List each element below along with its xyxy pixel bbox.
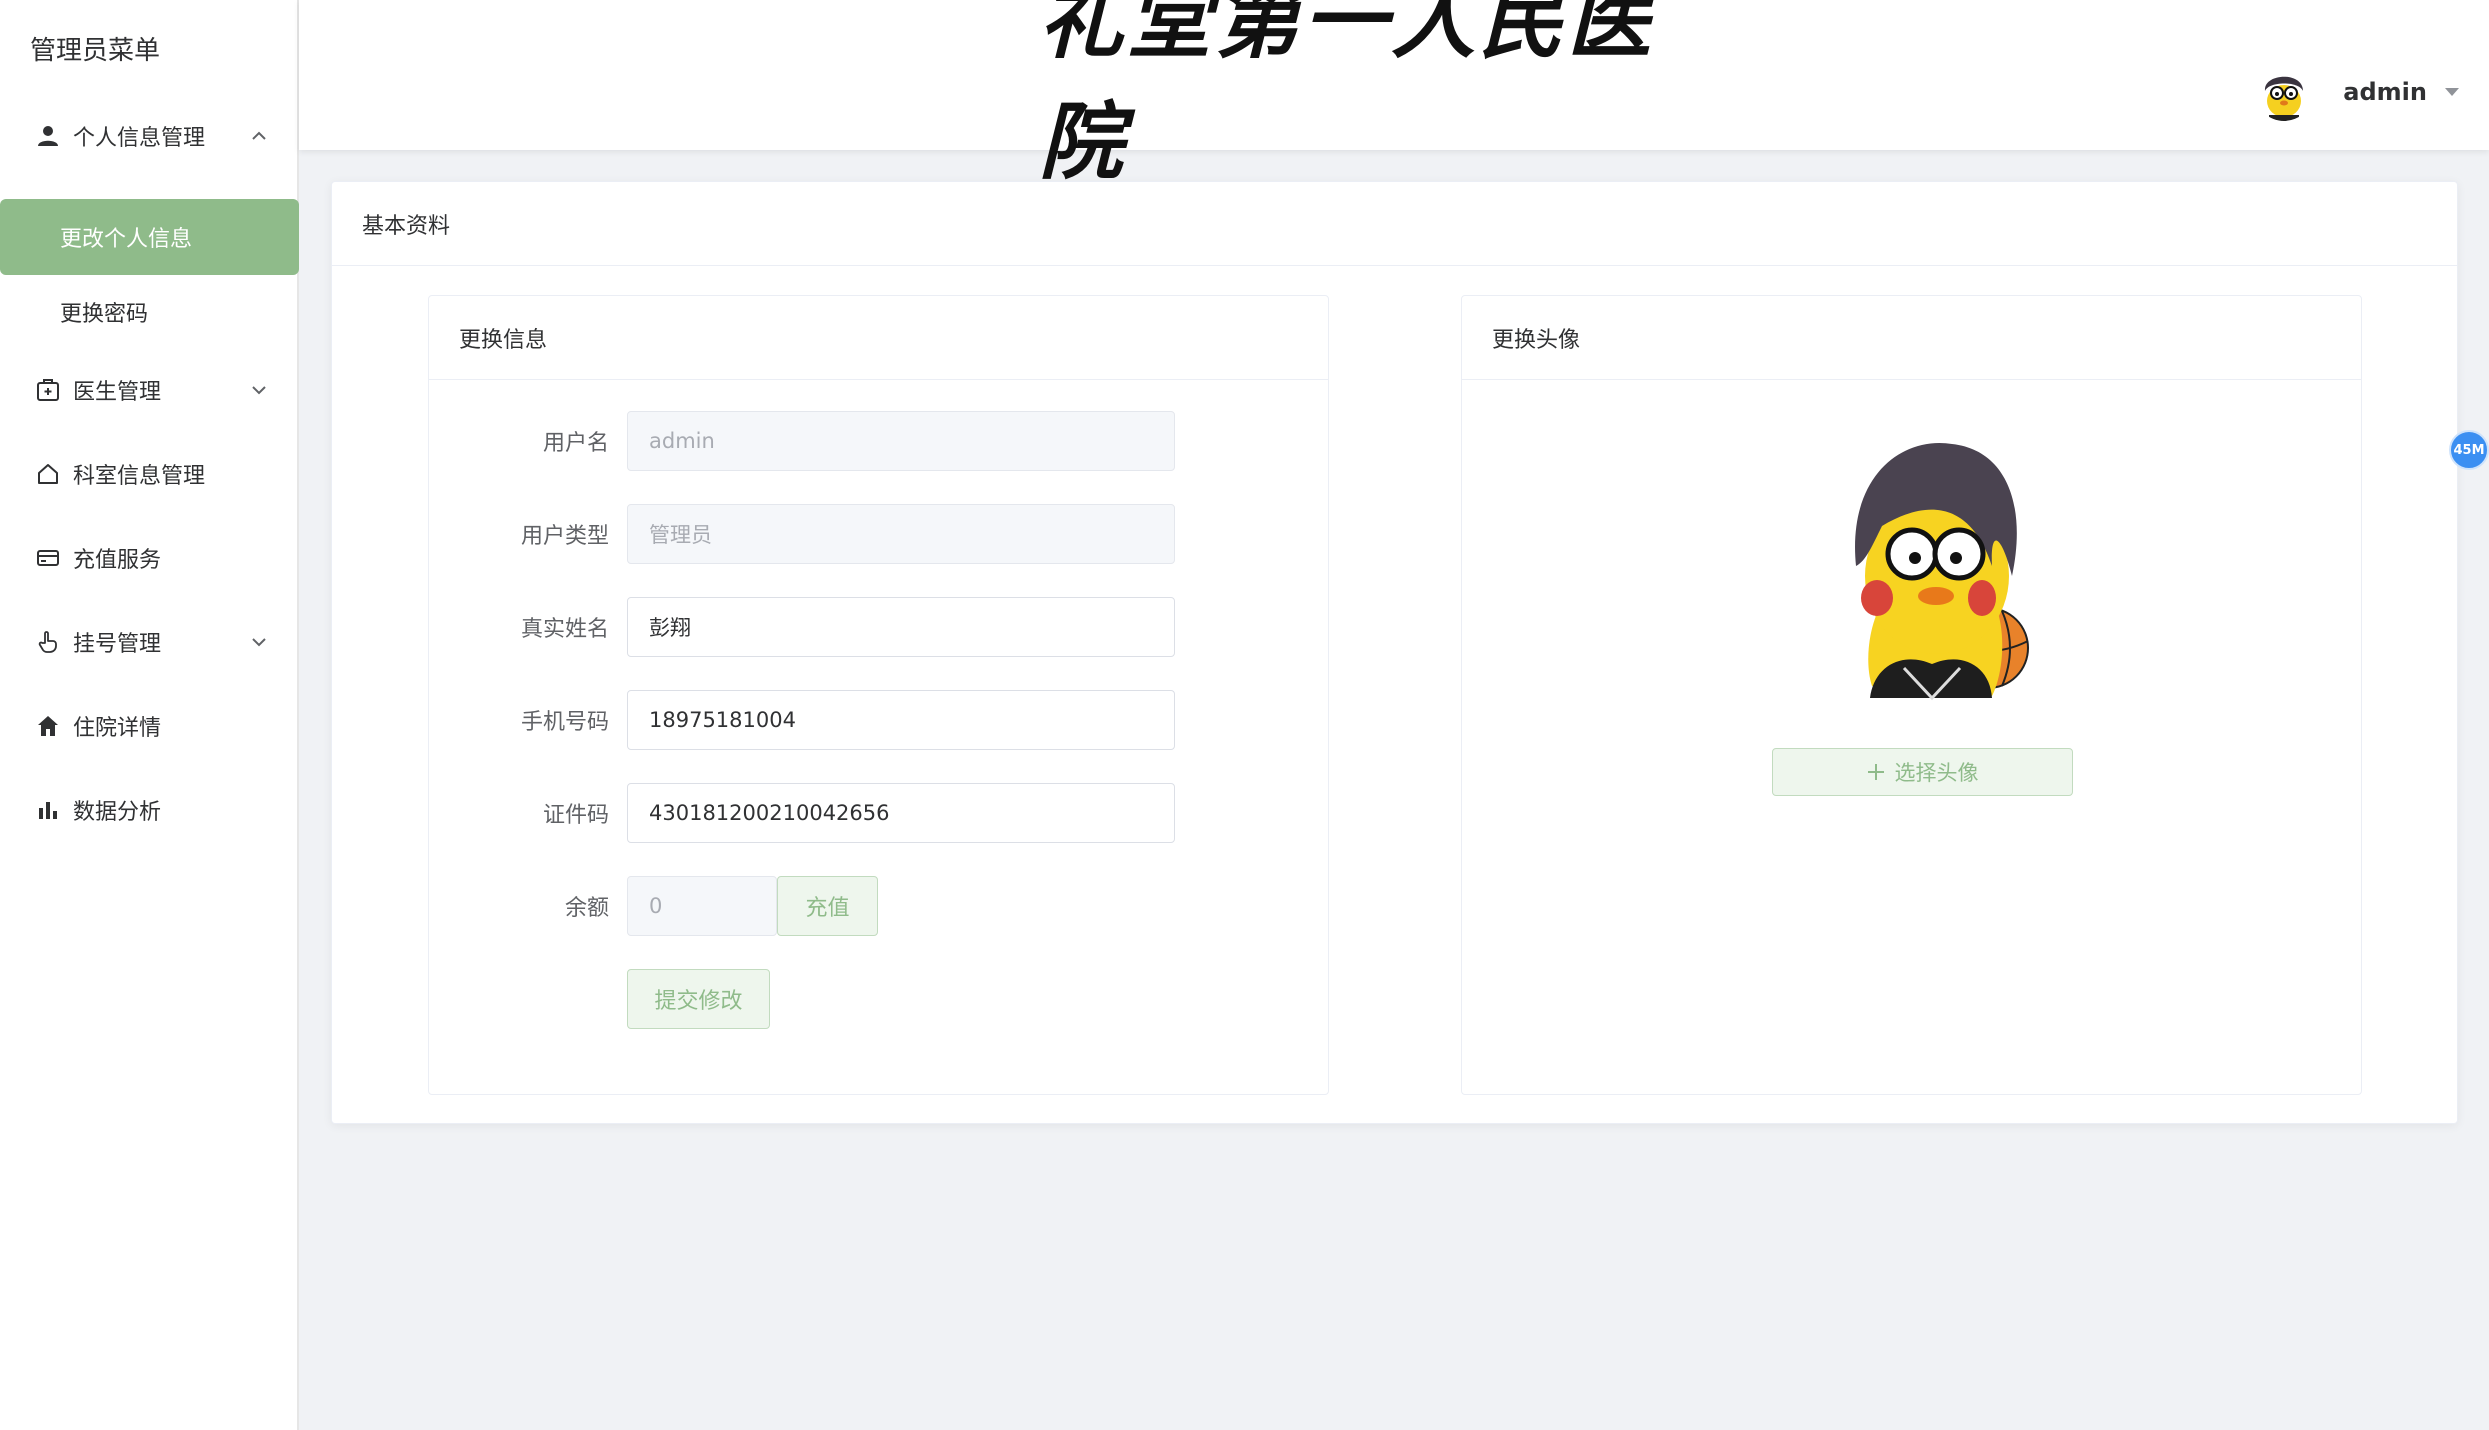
plus-icon — [1867, 764, 1884, 780]
form-row-balance: 余额 0 充值 — [429, 876, 878, 936]
menu-label: 个人信息管理 — [73, 126, 206, 151]
menu-label: 医生管理 — [73, 380, 162, 405]
real-name-field[interactable]: 彭翔 — [627, 597, 1175, 657]
form-row-real-name: 真实姓名 彭翔 — [429, 597, 1175, 657]
phone-field[interactable]: 18975181004 — [627, 690, 1175, 750]
avatar[interactable] — [2255, 63, 2314, 121]
avatar-panel: 更换头像 选择头像 — [1461, 295, 2362, 1095]
user-menu[interactable]: admin — [2255, 62, 2459, 122]
menu-label: 挂号管理 — [73, 632, 162, 657]
menu-item-doctor-management[interactable]: 医生管理 — [0, 352, 299, 428]
info-panel: 更换信息 用户名 admin 用户类型 管理员 真实姓名 彭翔 手机号码 189… — [428, 295, 1329, 1095]
field-label: 证件码 — [542, 803, 609, 828]
submenu-label: 更改个人信息 — [60, 227, 193, 252]
user-name[interactable]: admin — [2343, 78, 2427, 106]
menu-label: 充值服务 — [73, 548, 162, 573]
chevron-up-icon — [252, 131, 266, 140]
medical-box-icon — [35, 377, 61, 403]
credit-card-icon — [35, 545, 61, 571]
caret-down-icon[interactable] — [2445, 88, 2459, 96]
sidebar: 管理员菜单 个人信息管理 更改个人信息 更换密码 医生管理 科室信息管理 充值服… — [0, 0, 299, 1430]
choose-avatar-label: 选择头像 — [1894, 761, 1979, 785]
menu-item-recharge[interactable]: 充值服务 — [0, 520, 299, 596]
submenu-item-edit-profile[interactable]: 更改个人信息 — [0, 199, 299, 275]
house-icon — [35, 461, 61, 487]
field-label: 真实姓名 — [520, 617, 609, 642]
card-title: 基本资料 — [332, 182, 2457, 266]
field-label: 用户类型 — [520, 524, 609, 549]
bar-chart-icon — [35, 797, 61, 823]
menu-item-registration[interactable]: 挂号管理 — [0, 604, 299, 680]
avatar-preview — [1842, 436, 2042, 706]
menu-item-hospitalization[interactable]: 住院详情 — [0, 688, 299, 764]
menu-item-department[interactable]: 科室信息管理 — [0, 436, 299, 512]
choose-avatar-button[interactable]: 选择头像 — [1772, 748, 2073, 796]
submenu-item-change-password[interactable]: 更换密码 — [0, 274, 299, 350]
top-header: 礼堂第一人民医院 admin — [299, 0, 2489, 191]
field-label: 余额 — [564, 896, 609, 921]
menu-label: 科室信息管理 — [73, 464, 206, 489]
id-number-field[interactable]: 430181200210042656 — [627, 783, 1175, 843]
submit-button[interactable]: 提交修改 — [627, 969, 770, 1029]
info-panel-title: 更换信息 — [429, 296, 1328, 380]
floating-memory-badge[interactable]: 45M — [2449, 430, 2489, 470]
pointer-hand-icon — [35, 629, 61, 655]
avatar-panel-title: 更换头像 — [1462, 296, 2361, 380]
balance-field: 0 — [627, 876, 777, 936]
menu-label: 住院详情 — [73, 716, 162, 741]
username-field: admin — [627, 411, 1175, 471]
form-row-phone: 手机号码 18975181004 — [429, 690, 1175, 750]
home-filled-icon — [35, 713, 61, 739]
form-row-user-type: 用户类型 管理员 — [429, 504, 1175, 564]
sidebar-title: 管理员菜单 — [30, 36, 161, 66]
chevron-down-icon — [252, 638, 266, 647]
hospital-brand-title: 礼堂第一人民医院 — [1039, 0, 1656, 191]
recharge-button[interactable]: 充值 — [777, 876, 878, 936]
field-label: 用户名 — [542, 431, 609, 456]
basic-info-card: 基本资料 更换信息 用户名 admin 用户类型 管理员 真实姓名 彭翔 手机号… — [331, 181, 2458, 1124]
menu-label: 数据分析 — [73, 800, 162, 825]
submenu-label: 更换密码 — [60, 302, 149, 327]
user-type-field: 管理员 — [627, 504, 1175, 564]
form-row-username: 用户名 admin — [429, 411, 1175, 471]
form-row-id-number: 证件码 430181200210042656 — [429, 783, 1175, 843]
form-row-submit: 提交修改 — [429, 969, 770, 1029]
chevron-down-icon — [252, 386, 266, 395]
menu-item-data-analysis[interactable]: 数据分析 — [0, 772, 299, 848]
user-icon — [35, 123, 61, 149]
field-label: 手机号码 — [520, 710, 609, 735]
menu-item-personal-info[interactable]: 个人信息管理 — [0, 98, 299, 174]
